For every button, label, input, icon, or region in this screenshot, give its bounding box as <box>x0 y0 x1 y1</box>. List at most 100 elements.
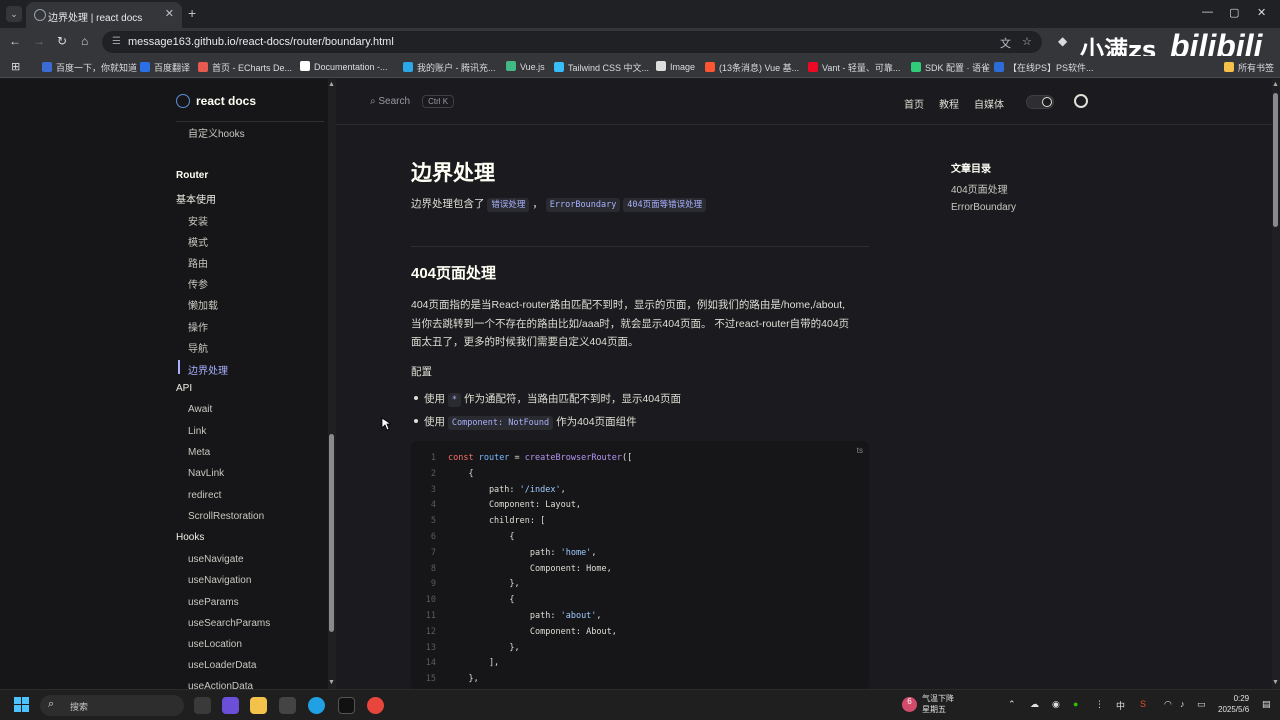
system-clock[interactable]: 0:29 2025/5/6 <box>1218 693 1249 715</box>
reload-icon[interactable]: ↻ <box>57 34 67 48</box>
chrome-app-icon[interactable] <box>367 697 384 714</box>
sidebar-scrollbar[interactable]: ▲ ▼ <box>328 79 336 689</box>
code-block[interactable]: ts 1 const router = createBrowserRouter([… <box>411 441 869 689</box>
search-button[interactable]: ⌕ Search Ctrl K <box>370 95 455 108</box>
window-close-icon[interactable]: ✕ <box>1257 6 1266 19</box>
sidebar-item-usesearchparams[interactable]: useSearchParams <box>188 618 270 629</box>
site-logo[interactable]: react docs <box>176 94 256 108</box>
file-explorer-icon[interactable] <box>250 697 267 714</box>
browser-tab-active[interactable]: 边界处理 | react docs ✕ <box>26 2 182 28</box>
extension-icon[interactable]: ◆ <box>1058 34 1067 48</box>
sidebar-item-useparams[interactable]: useParams <box>188 597 239 608</box>
wechat-icon[interactable]: ● <box>1073 699 1078 709</box>
tray-expand-icon[interactable]: ⌃ <box>1008 699 1016 710</box>
bookmark-item[interactable]: 百度一下，你就知道 <box>42 61 137 74</box>
back-icon[interactable]: ← <box>9 34 21 48</box>
section-divider <box>411 246 869 247</box>
home-icon[interactable]: ⌂ <box>81 34 88 48</box>
sidebar-item-lazy[interactable]: 懒加载 <box>188 297 218 312</box>
volume-icon[interactable]: ♪ <box>1180 699 1185 709</box>
scroll-up-icon[interactable]: ▲ <box>328 81 335 88</box>
bookmark-item[interactable]: Image <box>656 61 695 72</box>
sidebar-item-install[interactable]: 安装 <box>188 213 208 228</box>
edge-app-icon[interactable] <box>308 697 325 714</box>
sidebar-item-route[interactable]: 路由 <box>188 255 208 270</box>
sidebar-group-router[interactable]: Router <box>176 170 208 181</box>
site-info-icon[interactable]: ☰ <box>112 36 121 47</box>
sidebar-item-params[interactable]: 传参 <box>188 276 208 291</box>
task-view-icon[interactable] <box>194 697 211 714</box>
tray-app-icon[interactable]: ◉ <box>1052 699 1060 710</box>
ime-app-icon[interactable]: S <box>1140 699 1146 709</box>
outline-item-404[interactable]: 404页面处理 <box>951 181 1008 196</box>
sidebar-item-navlink[interactable]: NavLink <box>188 468 224 479</box>
new-tab-button[interactable]: + <box>188 5 196 21</box>
terminal-app-icon[interactable] <box>338 697 355 714</box>
sidebar-item-useloaderdata[interactable]: useLoaderData <box>188 660 256 671</box>
address-bar[interactable]: ☰ message163.github.io/react-docs/router… <box>102 31 1042 53</box>
page-scroll-thumb[interactable] <box>1273 93 1278 227</box>
battery-icon[interactable]: ▭ <box>1197 699 1206 710</box>
sidebar-item-mode[interactable]: 模式 <box>188 234 208 249</box>
bookmark-star-icon[interactable]: ☆ <box>1022 35 1032 48</box>
nav-home-link[interactable]: 首页 <box>904 96 924 111</box>
bookmark-item[interactable]: 我的账户 - 腾讯充... <box>403 61 496 74</box>
bookmark-item[interactable]: Documentation -... <box>300 61 388 72</box>
sidebar-section-api[interactable]: API <box>176 383 192 394</box>
vscode-app-icon[interactable] <box>222 697 239 714</box>
sidebar-item-meta[interactable]: Meta <box>188 447 210 458</box>
tab-close-icon[interactable]: ✕ <box>165 7 174 20</box>
bookmark-item[interactable]: 百度翻译 <box>140 61 190 74</box>
maximize-icon[interactable]: ▢ <box>1229 6 1239 19</box>
github-icon[interactable] <box>1074 94 1088 108</box>
forward-icon[interactable]: → <box>33 34 45 48</box>
code-line: 14 ], <box>411 658 869 673</box>
bookmark-item[interactable]: Vant - 轻量、可靠... <box>808 61 900 74</box>
sidebar-item-scrollrestoration[interactable]: ScrollRestoration <box>188 511 264 522</box>
sidebar-section-hooks[interactable]: Hooks <box>176 532 204 543</box>
all-bookmarks-item[interactable]: 所有书签 <box>1224 61 1274 74</box>
apps-grid-icon[interactable]: ⊞ <box>11 60 20 73</box>
theme-toggle[interactable] <box>1026 95 1054 109</box>
scroll-down-icon[interactable]: ▼ <box>1272 679 1279 686</box>
scroll-up-icon[interactable]: ▲ <box>1272 81 1279 88</box>
sidebar-item-custom-hooks[interactable]: 自定义hooks <box>188 125 245 140</box>
bookmark-item[interactable]: Vue.js <box>506 61 545 72</box>
nav-media-link[interactable]: 自媒体 <box>974 96 1004 111</box>
sidebar-item-link[interactable]: Link <box>188 426 206 437</box>
ime-indicator[interactable]: 中 <box>1116 699 1125 712</box>
minimize-icon[interactable]: — <box>1202 6 1213 18</box>
sidebar-section-basic[interactable]: 基本使用 <box>176 191 216 206</box>
tab-search-button[interactable]: ⌄ <box>6 6 22 22</box>
bookmark-item[interactable]: 【在线PS】PS软件... <box>994 61 1094 74</box>
sidebar-item-usenavigation[interactable]: useNavigation <box>188 575 251 586</box>
translate-icon[interactable]: 文 <box>1000 35 1011 51</box>
outline-item-errorboundary[interactable]: ErrorBoundary <box>951 202 1016 213</box>
sidebar-item-useactiondata[interactable]: useActionData <box>188 681 253 689</box>
bookmark-item[interactable]: Tailwind CSS 中文... <box>554 61 649 74</box>
cloud-icon[interactable]: ☁ <box>1030 699 1039 710</box>
bookmark-item[interactable]: SDK 配置 · 语雀 <box>911 61 990 74</box>
sidebar-item-operation[interactable]: 操作 <box>188 319 208 334</box>
sidebar-item-uselocation[interactable]: useLocation <box>188 639 242 650</box>
taskbar-search[interactable]: ⌕ 搜索 <box>40 695 184 716</box>
sidebar-item-await[interactable]: Await <box>188 404 212 415</box>
notification-icon[interactable]: ▤ <box>1262 699 1271 710</box>
app-icon[interactable] <box>279 697 296 714</box>
windows-start-icon[interactable] <box>14 697 30 713</box>
weather-widget[interactable]: 气温下降 星期五 <box>922 693 954 715</box>
bookmark-item[interactable]: 首页 - ECharts De... <box>198 61 292 74</box>
sidebar-item-navigation[interactable]: 导航 <box>188 340 208 355</box>
page-scrollbar[interactable]: ▲ ▼ <box>1272 79 1280 689</box>
sidebar-scroll-thumb[interactable] <box>329 434 334 632</box>
scroll-down-icon[interactable]: ▼ <box>328 679 335 686</box>
sidebar-item-usenavigate[interactable]: useNavigate <box>188 554 244 565</box>
wifi-icon[interactable]: ◠ <box>1164 699 1172 710</box>
code-text: { <box>448 468 474 479</box>
tray-mic-icon[interactable]: ⋮ <box>1095 699 1104 710</box>
nav-tutorial-link[interactable]: 教程 <box>939 96 959 111</box>
sidebar-item-boundary[interactable]: 边界处理 <box>188 362 228 377</box>
sidebar-item-redirect[interactable]: redirect <box>188 490 221 501</box>
bookmark-item[interactable]: (13条消息) Vue 基... <box>705 61 799 74</box>
url-text[interactable]: message163.github.io/react-docs/router/b… <box>128 36 394 48</box>
